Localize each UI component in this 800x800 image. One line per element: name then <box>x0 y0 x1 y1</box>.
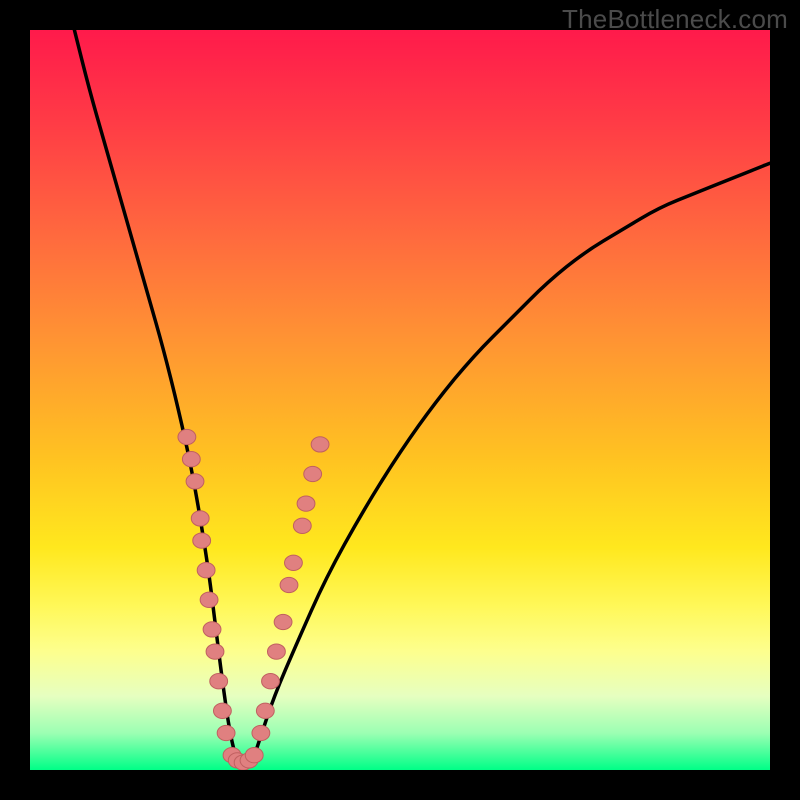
data-dot <box>213 703 231 718</box>
data-dot <box>267 644 285 659</box>
data-dot <box>280 577 298 592</box>
data-dot <box>197 563 215 578</box>
data-dot <box>193 533 211 548</box>
curve-path <box>74 30 770 768</box>
chart-frame: TheBottleneck.com <box>0 0 800 800</box>
data-dot <box>304 466 322 481</box>
data-dot <box>274 614 292 629</box>
data-dot <box>297 496 315 511</box>
data-dot <box>245 748 263 763</box>
data-dot <box>285 555 303 570</box>
data-dot <box>206 644 224 659</box>
data-dot <box>186 474 204 489</box>
plot-area <box>30 30 770 770</box>
data-dot <box>262 674 280 689</box>
data-dot <box>311 437 329 452</box>
data-dot <box>178 429 196 444</box>
data-dot <box>293 518 311 533</box>
bottleneck-curve <box>74 30 770 768</box>
data-dot <box>252 725 270 740</box>
data-dot <box>256 703 274 718</box>
data-dots <box>178 429 329 770</box>
data-dot <box>203 622 221 637</box>
data-dot <box>182 452 200 467</box>
data-dot <box>210 674 228 689</box>
chart-svg <box>30 30 770 770</box>
data-dot <box>200 592 218 607</box>
data-dot <box>217 725 235 740</box>
data-dot <box>191 511 209 526</box>
